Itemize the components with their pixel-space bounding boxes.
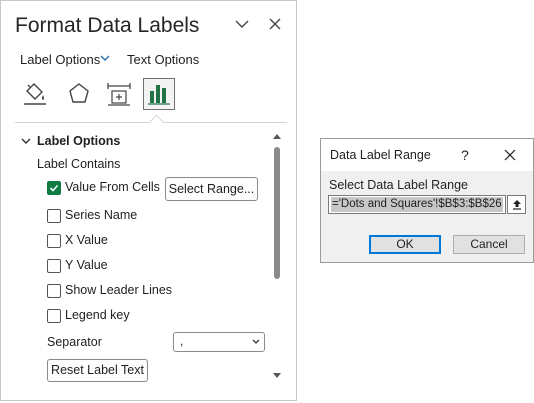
checkbox-value-from-cells[interactable] xyxy=(47,181,61,195)
pane-title: Format Data Labels xyxy=(15,14,200,37)
range-field-label: Select Data Label Range xyxy=(329,178,468,192)
option-label: Legend key xyxy=(65,308,130,322)
range-input[interactable]: ='Dots and Squares'!$B$3:$B$26 xyxy=(328,195,506,214)
dialog-title: Data Label Range xyxy=(330,148,431,162)
label-options-icon[interactable] xyxy=(143,78,175,110)
chevron-down-icon xyxy=(21,138,31,144)
selection-pointer xyxy=(148,114,165,131)
section-title: Label Options xyxy=(37,134,121,148)
checkbox-y-value[interactable] xyxy=(47,259,61,273)
pane-scrollbar[interactable] xyxy=(272,132,282,384)
scroll-down-icon[interactable] xyxy=(272,372,282,380)
option-label: X Value xyxy=(65,233,108,247)
label-contains-heading: Label Contains xyxy=(37,157,121,171)
option-label: Series Name xyxy=(65,208,138,222)
checkbox-x-value[interactable] xyxy=(47,234,61,248)
arrow-up-icon xyxy=(513,200,521,210)
scroll-up-icon[interactable] xyxy=(272,132,282,140)
checkbox-series-name[interactable] xyxy=(47,209,61,223)
chevron-down-icon[interactable] xyxy=(233,16,251,32)
separator-value: , xyxy=(180,334,184,348)
option-label: Y Value xyxy=(65,258,108,272)
close-icon[interactable] xyxy=(267,16,283,32)
fill-line-icon[interactable] xyxy=(19,78,51,110)
chevron-down-icon[interactable] xyxy=(99,53,111,63)
option-label: Show Leader Lines xyxy=(65,283,173,297)
range-input-value: ='Dots and Squares'!$B$3:$B$26 xyxy=(331,197,503,212)
select-range-button[interactable]: Select Range... xyxy=(165,177,258,201)
checkmark-icon xyxy=(49,184,59,192)
help-button[interactable]: ? xyxy=(461,147,469,163)
dialog-titlebar[interactable]: Data Label Range ? xyxy=(321,139,533,171)
checkbox-legend-key[interactable] xyxy=(47,309,61,323)
cancel-button[interactable]: Cancel xyxy=(453,235,525,254)
collapse-dialog-button[interactable] xyxy=(507,195,526,214)
separator-label: Separator xyxy=(47,335,102,349)
option-label: Value From Cells xyxy=(65,180,160,194)
ok-button[interactable]: OK xyxy=(369,235,441,254)
scrollbar-thumb[interactable] xyxy=(274,147,280,279)
reset-label-text-button[interactable]: Reset Label Text xyxy=(47,359,148,382)
tab-text-options[interactable]: Text Options xyxy=(127,52,199,67)
tab-label-options[interactable]: Label Options xyxy=(20,52,100,67)
checkbox-show-leader-lines[interactable] xyxy=(47,284,61,298)
format-data-labels-pane: Format Data Labels Label Options Text Op… xyxy=(0,0,297,401)
size-properties-icon[interactable] xyxy=(103,78,135,110)
close-icon[interactable] xyxy=(504,149,516,161)
data-label-range-dialog: Data Label Range ? Select Data Label Ran… xyxy=(320,138,534,263)
separator-dropdown[interactable]: , xyxy=(173,332,265,352)
chevron-down-icon xyxy=(252,339,260,344)
effects-icon[interactable] xyxy=(63,78,95,110)
